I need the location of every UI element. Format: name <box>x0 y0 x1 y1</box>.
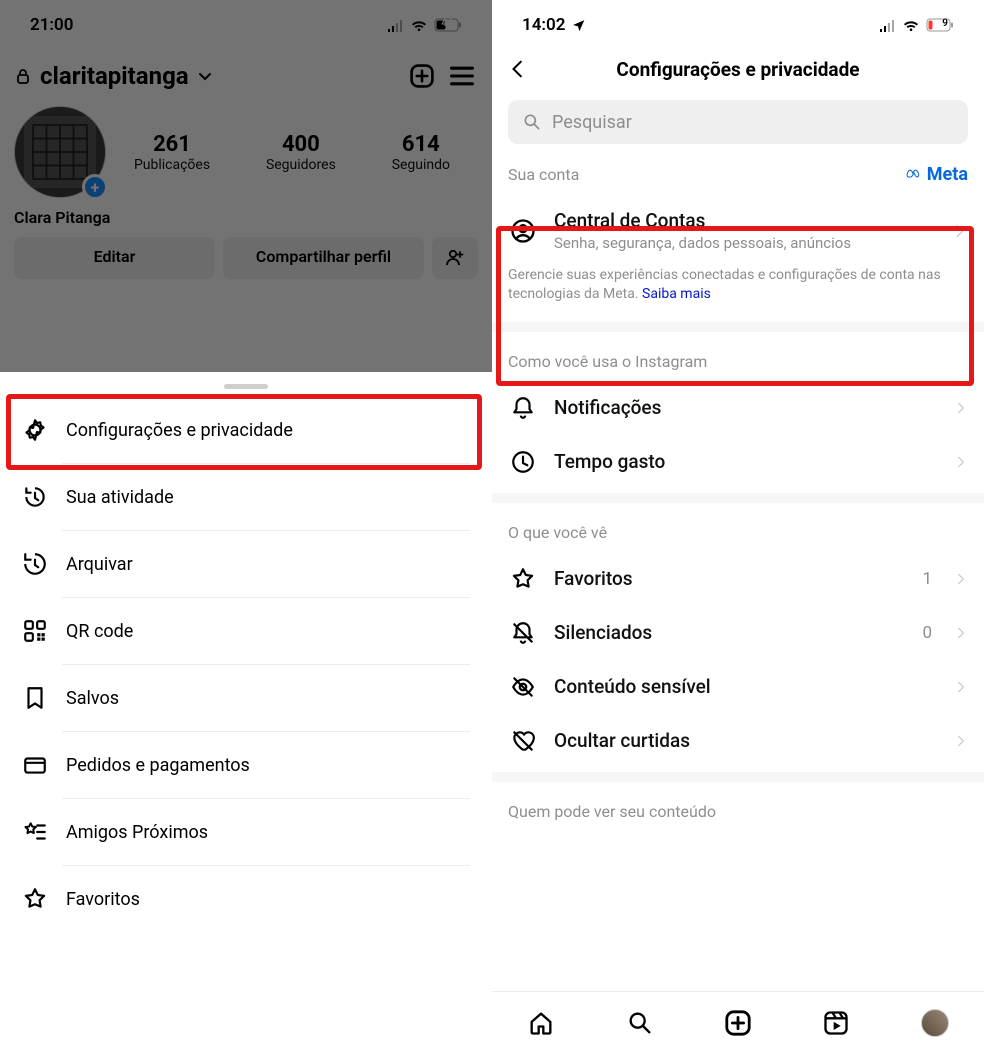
search-input[interactable]: Pesquisar <box>508 100 968 144</box>
eye-off-icon <box>508 674 538 700</box>
chevron-down-icon[interactable] <box>197 68 213 84</box>
account-helper-text: Gerencie suas experiências conectadas e … <box>508 266 968 318</box>
wifi-icon <box>410 19 428 32</box>
stat-posts[interactable]: 261 Publicações <box>134 132 210 173</box>
battery-icon: 44 <box>434 18 462 32</box>
display-name: Clara Pitanga <box>14 204 478 237</box>
share-profile-button[interactable]: Compartilhar perfil <box>223 237 424 279</box>
section-label-who: Quem pode ver seu conteúdo <box>508 802 716 821</box>
item-subtitle: Senha, segurança, dados pessoais, anúnci… <box>554 234 936 252</box>
wifi-icon <box>902 19 920 32</box>
time: 21:00 <box>30 15 73 35</box>
archive-icon <box>22 551 48 577</box>
battery-low-icon: 9 <box>926 18 954 32</box>
chevron-right-icon <box>954 734 968 748</box>
card-icon <box>22 752 48 778</box>
lock-icon <box>14 67 32 85</box>
edit-profile-button[interactable]: Editar <box>14 237 215 279</box>
item-accounts-center[interactable]: Central de Contas Senha, segurança, dado… <box>508 195 968 266</box>
meta-logo: Meta <box>905 164 968 185</box>
sheet-item-saved[interactable]: Salvos <box>0 665 492 731</box>
statusbar-left: 21:00 44 <box>0 0 492 50</box>
chevron-right-icon <box>954 680 968 694</box>
qr-icon <box>22 618 48 644</box>
section-label-see: O que você vê <box>508 523 607 542</box>
page-title: Configurações e privacidade <box>538 58 938 81</box>
sheet-item-settings[interactable]: Configurações e privacidade <box>0 397 492 463</box>
item-favorites[interactable]: Favoritos 1 <box>508 552 968 606</box>
sheet-item-label: Salvos <box>66 688 119 709</box>
bell-off-icon <box>508 620 538 646</box>
back-button[interactable] <box>508 58 538 80</box>
section-label-account: Sua conta <box>508 165 579 184</box>
bottom-nav <box>492 991 984 1053</box>
clock-icon <box>508 449 538 475</box>
statusbar-right: 14:02 9 <box>492 0 984 50</box>
sheet-item-label: Configurações e privacidade <box>66 420 293 441</box>
chevron-right-icon <box>954 572 968 586</box>
avatar-icon <box>921 1009 949 1037</box>
stat-following[interactable]: 614 Seguindo <box>392 132 450 173</box>
add-story-icon[interactable]: + <box>82 174 108 200</box>
discover-people-button[interactable] <box>432 237 478 279</box>
sheet-item-payments[interactable]: Pedidos e pagamentos <box>0 732 492 798</box>
nav-create[interactable] <box>722 1007 754 1039</box>
clock-arrow-icon <box>22 484 48 510</box>
person-circle-icon <box>508 217 538 245</box>
item-notifications[interactable]: Notificações <box>508 381 968 435</box>
sheet-item-favorites[interactable]: Favoritos <box>0 866 492 932</box>
time: 14:02 <box>522 15 565 35</box>
bottom-sheet: Configurações e privacidade Sua atividad… <box>0 372 492 1053</box>
sheet-item-archive[interactable]: Arquivar <box>0 531 492 597</box>
nav-profile[interactable] <box>919 1007 951 1039</box>
learn-more-link[interactable]: Saiba mais <box>642 286 711 302</box>
sheet-item-close-friends[interactable]: Amigos Próximos <box>0 799 492 865</box>
bookmark-icon <box>22 685 48 711</box>
create-button[interactable] <box>406 60 438 92</box>
item-sensitive[interactable]: Conteúdo sensível <box>508 660 968 714</box>
cellular-signal-icon <box>878 19 896 32</box>
stat-followers[interactable]: 400 Seguidores <box>266 132 336 173</box>
sheet-item-qr[interactable]: QR code <box>0 598 492 664</box>
chevron-right-icon <box>952 223 968 239</box>
section-label-usage: Como você usa o Instagram <box>508 352 707 371</box>
item-title: Central de Contas <box>554 209 936 232</box>
sheet-item-label: Pedidos e pagamentos <box>66 755 250 776</box>
item-count: 0 <box>922 623 932 643</box>
nav-reels[interactable] <box>820 1007 852 1039</box>
cellular-signal-icon <box>386 19 404 32</box>
sheet-item-label: QR code <box>66 621 133 642</box>
chevron-right-icon <box>954 455 968 469</box>
item-hide-likes[interactable]: Ocultar curtidas <box>508 714 968 768</box>
star-list-icon <box>22 819 48 845</box>
search-icon <box>522 112 542 132</box>
profile-header: claritapitanga <box>14 50 478 98</box>
item-time-spent[interactable]: Tempo gasto <box>508 435 968 489</box>
sheet-item-label: Arquivar <box>66 554 133 575</box>
sheet-item-label: Sua atividade <box>66 487 174 508</box>
gear-icon <box>22 417 48 443</box>
nav-search[interactable] <box>624 1007 656 1039</box>
search-placeholder: Pesquisar <box>552 112 632 133</box>
star-icon <box>508 566 538 592</box>
bell-icon <box>508 395 538 421</box>
sheet-item-label: Favoritos <box>66 889 140 910</box>
heart-off-icon <box>508 728 538 754</box>
star-icon <box>22 886 48 912</box>
chevron-right-icon <box>954 401 968 415</box>
nav-home[interactable] <box>525 1007 557 1039</box>
username[interactable]: claritapitanga <box>40 62 189 90</box>
chevron-right-icon <box>954 626 968 640</box>
sheet-item-label: Amigos Próximos <box>66 822 208 843</box>
sheet-grabber[interactable] <box>224 384 268 389</box>
sheet-item-activity[interactable]: Sua atividade <box>0 464 492 530</box>
item-count: 1 <box>922 569 932 589</box>
location-arrow-icon <box>571 18 585 32</box>
item-muted[interactable]: Silenciados 0 <box>508 606 968 660</box>
menu-button[interactable] <box>446 60 478 92</box>
